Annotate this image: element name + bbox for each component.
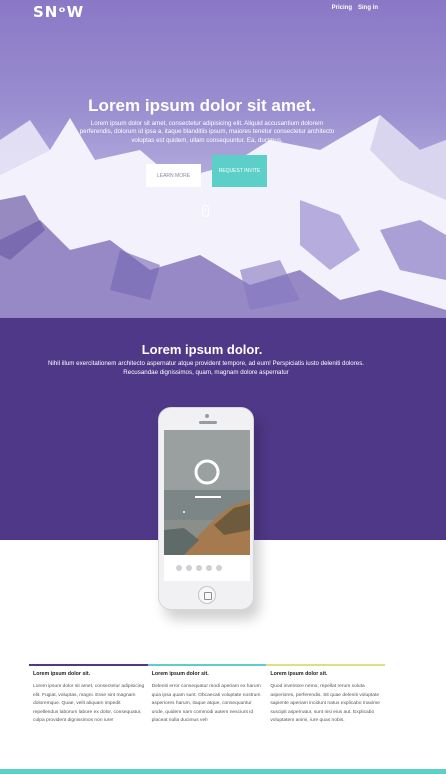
feature-column: Lorem ipsum dolor sit. Lorem ipsum dolor… xyxy=(29,664,148,726)
section-subtitle: Nihil illum exercitationem architecto as… xyxy=(47,360,365,376)
feature-text: Deleniti error consequatur modi aperiam … xyxy=(151,684,261,724)
feature-title: Lorem ipsum dolor sit. xyxy=(270,671,328,677)
feature-text: Quod inventore nemo, repellat rerum solu… xyxy=(270,684,380,724)
top-nav: SNᵒW Pricing Sing in xyxy=(0,0,446,24)
globe-icon xyxy=(196,565,202,571)
learn-more-button[interactable]: LEARN MORE xyxy=(146,164,201,187)
user-icon xyxy=(176,565,182,571)
phone-home-button xyxy=(198,586,216,604)
nav-link-pricing[interactable]: Pricing xyxy=(332,5,352,11)
phone-mockup xyxy=(158,407,254,610)
camera-icon xyxy=(206,565,212,571)
features-row: Lorem ipsum dolor sit. Lorem ipsum dolor… xyxy=(29,664,386,726)
hero-title: Lorem ipsum dolor sit amet. xyxy=(88,96,316,115)
footer-accent-bar xyxy=(0,769,446,774)
hero-subtitle: Lorem ipsum dolor sit amet, consectetur … xyxy=(79,120,335,144)
nav-link-signin[interactable]: Sing in xyxy=(358,5,378,11)
twitter-icon xyxy=(186,565,192,571)
hero-section: SNᵒW Pricing Sing in Lorem ipsum dolor s… xyxy=(0,0,446,318)
phone-screen-image xyxy=(164,430,250,555)
phone-speaker xyxy=(199,421,217,424)
phone-social-icons xyxy=(164,555,250,581)
request-invite-button[interactable]: REQUEST INVITE xyxy=(212,155,267,187)
scroll-mouse-icon[interactable] xyxy=(202,205,209,217)
feature-title: Lorem ipsum dolor sit. xyxy=(151,671,209,677)
phone-camera xyxy=(205,414,209,418)
feature-column: Lorem ipsum dolor sit. Quod inventore ne… xyxy=(266,664,386,726)
nav-links: Pricing Sing in xyxy=(332,5,378,11)
snow-logo[interactable]: SNᵒW xyxy=(33,3,84,21)
mail-icon xyxy=(216,565,222,571)
feature-column: Lorem ipsum dolor sit. Deleniti error co… xyxy=(147,664,267,726)
section-title: Lorem ipsum dolor. xyxy=(141,342,263,357)
landing-page: SNᵒW Pricing Sing in Lorem ipsum dolor s… xyxy=(0,0,446,774)
feature-text: Lorem ipsum dolor sit amet, consectetur … xyxy=(33,684,145,724)
feature-title: Lorem ipsum dolor sit. xyxy=(33,671,91,677)
